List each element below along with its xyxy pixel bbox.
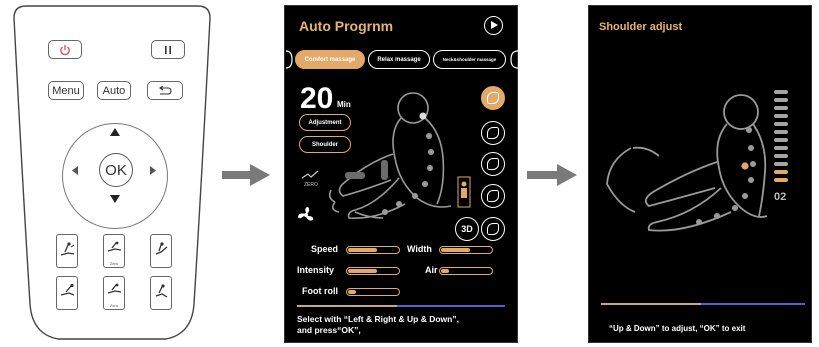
down-arrow-icon[interactable]	[110, 195, 120, 203]
legrest-up-button[interactable]	[150, 234, 172, 268]
3d-button[interactable]: 3D	[455, 217, 479, 241]
mode-3-icon[interactable]	[481, 152, 505, 176]
ok-button[interactable]: OK	[99, 153, 133, 187]
massage-chair-figure	[328, 92, 452, 220]
zero-gravity-icon	[107, 241, 122, 252]
menu-button[interactable]: Menu	[48, 81, 84, 100]
tab-scroll-left-icon[interactable]	[285, 50, 293, 69]
power-button[interactable]	[48, 40, 82, 59]
mode-1-icon[interactable]	[481, 86, 505, 110]
mode-4-icon[interactable]	[481, 184, 505, 208]
legrest-down-icon	[155, 284, 168, 298]
arrow-right-icon	[222, 164, 270, 186]
level-step	[774, 154, 788, 158]
right-arrow-icon[interactable]	[150, 166, 156, 175]
menu-label: Menu	[52, 84, 80, 97]
zero-label: ZERO	[304, 182, 318, 188]
fan-icon[interactable]	[297, 206, 315, 224]
progress-track-right	[701, 303, 805, 305]
level-step	[774, 114, 788, 118]
intensity-bar[interactable]	[346, 267, 400, 275]
zero-gravity-icon	[107, 283, 122, 294]
level-step	[774, 98, 788, 102]
remote-control: Menu Auto OK Zero Zero	[6, 4, 218, 343]
width-bar[interactable]	[439, 246, 493, 254]
width-label: Width	[407, 244, 432, 254]
mode-2-icon[interactable]	[481, 121, 505, 145]
speed-label: Speed	[311, 244, 339, 254]
arrow-right-icon	[527, 164, 577, 186]
hint-text: “Up & Down” to adjust, “OK” to exit	[609, 324, 746, 333]
level-step	[774, 90, 788, 94]
left-arrow-icon[interactable]	[72, 166, 78, 175]
zero-label: Zero	[109, 261, 119, 266]
level-step	[774, 122, 788, 126]
progress-track-left	[297, 305, 397, 307]
body-scan-icon	[457, 176, 471, 208]
level-step	[774, 146, 788, 150]
level-step-active	[774, 170, 788, 174]
play-icon[interactable]	[484, 16, 503, 35]
zero-label: Zero	[109, 303, 119, 308]
hint-line-1: Select with “Left & Right & Up & Down”,	[297, 314, 459, 324]
screen-title: Auto Progrnm	[299, 18, 394, 34]
recline-up-icon	[60, 242, 75, 256]
auto-program-screen: Auto Progrnm Comfort massage Relax massa…	[284, 5, 518, 343]
backrest-up-button[interactable]	[56, 234, 78, 268]
tab-neck-shoulder-massage[interactable]: Neck&shoulder massage	[433, 50, 506, 69]
foot-roll-bar[interactable]	[346, 288, 400, 296]
screen-title: Shoulder adjust	[599, 21, 683, 33]
air-label: Air	[425, 265, 438, 275]
intensity-label: Intensity	[297, 265, 335, 275]
backrest-down-button[interactable]	[56, 276, 78, 310]
foot-roll-label: Foot roll	[302, 286, 338, 296]
legrest-up-icon	[155, 242, 168, 255]
power-icon	[60, 44, 70, 55]
level-step	[774, 106, 788, 110]
auto-label: Auto	[102, 84, 126, 97]
tab-scroll-right-icon[interactable]	[509, 50, 518, 69]
level-step	[774, 138, 788, 142]
hint-line-2: and press“OK”,	[297, 325, 361, 335]
level-step	[774, 130, 788, 134]
back-button[interactable]	[147, 81, 183, 100]
legrest-down-button[interactable]	[150, 276, 172, 310]
pause-button[interactable]	[151, 40, 185, 59]
massage-chair-figure	[606, 94, 768, 232]
level-step	[774, 162, 788, 166]
tab-relax-massage[interactable]: Relax massage	[368, 50, 430, 69]
progress-track-right	[397, 305, 505, 307]
air-bar[interactable]	[439, 267, 493, 275]
auto-button[interactable]: Auto	[97, 81, 131, 100]
zero-gravity-icon	[301, 170, 319, 179]
up-arrow-icon[interactable]	[110, 128, 120, 136]
progress-track-left	[601, 303, 701, 305]
zero-gravity-button[interactable]: Zero	[103, 234, 125, 268]
pause-icon	[165, 45, 171, 54]
recline-down-icon	[60, 283, 75, 296]
level-value: 02	[774, 191, 787, 203]
tab-comfort-massage[interactable]: Comfort massage	[295, 50, 365, 69]
back-icon	[159, 85, 172, 95]
zero-gravity-2-button[interactable]: Zero	[103, 276, 125, 310]
level-step-active	[774, 178, 788, 182]
speed-bar[interactable]	[346, 246, 400, 254]
mode-5-icon[interactable]	[481, 217, 505, 241]
shoulder-adjust-screen: Shoulder adjust 02 “Up & Down” to adjust…	[588, 5, 812, 343]
